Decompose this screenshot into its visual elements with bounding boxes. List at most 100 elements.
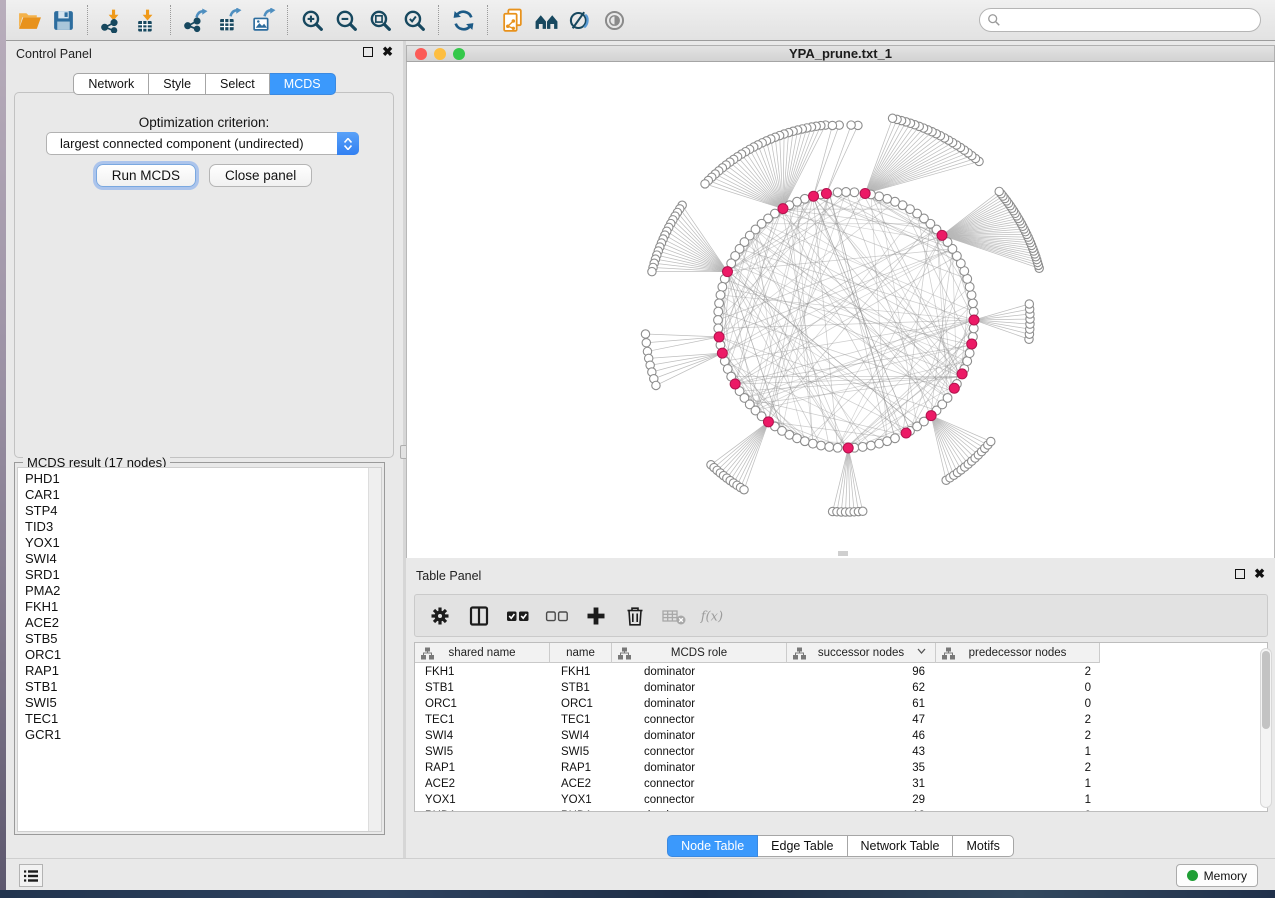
table-cell[interactable]: 18 [787,808,936,812]
close-panel-icon[interactable]: ✖ [1254,569,1265,579]
table-cell[interactable]: 61 [787,696,936,712]
mcds-list-scrollbar[interactable] [368,468,381,831]
export-table-icon[interactable] [212,4,246,36]
show-panels-list-icon[interactable] [19,864,43,887]
mcds-result-list[interactable]: PHD1CAR1STP4TID3YOX1SWI4SRD1PMA2FKH1ACE2… [17,467,382,832]
mcds-result-item[interactable]: SRD1 [18,567,381,583]
tab-select[interactable]: Select [206,73,270,95]
network-hscroll-thumb[interactable] [838,551,848,556]
table-cell[interactable]: PHD1 [415,808,550,812]
table-cell[interactable]: connector [612,712,787,728]
table-scrollbar-thumb[interactable] [1262,651,1270,729]
table-cell[interactable]: 62 [787,680,936,696]
criterion-dropdown[interactable]: largest connected component (undirected) [46,132,359,155]
zoom-in-icon[interactable] [295,4,329,36]
search-network-icon[interactable] [529,4,563,36]
table-cell[interactable]: dominator [612,696,787,712]
table-cell[interactable]: 46 [787,728,936,744]
network-titlebar[interactable]: YPA_prune.txt_1 [406,45,1275,62]
table-cell[interactable]: RAP1 [550,760,612,776]
table-cell[interactable]: SWI5 [415,744,550,760]
mcds-result-item[interactable]: TEC1 [18,711,381,727]
add-column-icon[interactable] [583,603,609,629]
mcds-result-item[interactable]: FKH1 [18,599,381,615]
mcds-result-item[interactable]: STB1 [18,679,381,695]
column-header-shared-name[interactable]: shared name [415,643,550,663]
column-header-predecessor-nodes[interactable]: predecessor nodes [936,643,1100,663]
table-cell[interactable]: 1 [936,744,1100,760]
mcds-result-item[interactable]: ORC1 [18,647,381,663]
hide-graphics-details-icon[interactable] [563,4,597,36]
mcds-result-item[interactable]: TID3 [18,519,381,535]
table-cell[interactable]: YOX1 [415,792,550,808]
table-cell[interactable]: 29 [787,792,936,808]
table-cell[interactable]: 1 [936,792,1100,808]
mcds-result-item[interactable]: CAR1 [18,487,381,503]
table-cell[interactable]: SWI4 [415,728,550,744]
table-cell[interactable]: connector [612,776,787,792]
close-panel-icon[interactable]: ✖ [382,47,393,57]
column-header-successor-nodes[interactable]: successor nodes [787,643,936,663]
zoom-out-icon[interactable] [329,4,363,36]
table-cell[interactable]: connector [612,744,787,760]
table-cell[interactable]: dominator [612,760,787,776]
mcds-result-item[interactable]: YOX1 [18,535,381,551]
table-cell[interactable]: 35 [787,760,936,776]
mcds-result-item[interactable]: SWI4 [18,551,381,567]
show-graphics-details-icon[interactable] [597,4,631,36]
tab-style[interactable]: Style [149,73,206,95]
network-canvas[interactable] [406,62,1275,558]
table-cell[interactable]: 0 [936,696,1100,712]
column-settings-icon[interactable] [427,603,453,629]
search-input[interactable] [979,8,1261,32]
zoom-selected-icon[interactable] [397,4,431,36]
table-cell[interactable]: ACE2 [415,776,550,792]
table-cell[interactable]: RAP1 [415,760,550,776]
column-header-name[interactable]: name [550,643,612,663]
mcds-result-item[interactable]: RAP1 [18,663,381,679]
column-header-MCDS-role[interactable]: MCDS role [612,643,787,663]
deselect-all-checkboxes-icon[interactable] [544,603,570,629]
table-row[interactable]: RAP1RAP1dominator352 [415,760,1100,776]
table-cell[interactable]: 2 [936,712,1100,728]
save-session-icon[interactable] [46,4,80,36]
table-row[interactable]: STB1STB1dominator620 [415,680,1100,696]
select-all-checkboxes-icon[interactable] [505,603,531,629]
tab-motifs[interactable]: Motifs [953,835,1013,857]
mcds-result-item[interactable]: PHD1 [18,471,381,487]
table-cell[interactable]: 2 [936,664,1100,680]
tab-node-table[interactable]: Node Table [667,835,758,857]
table-cell[interactable]: dominator [612,808,787,812]
table-row[interactable]: PHD1PHD1dominator180 [415,808,1100,812]
mcds-result-item[interactable]: SWI5 [18,695,381,711]
table-cell[interactable]: STB1 [550,680,612,696]
table-cell[interactable]: STB1 [415,680,550,696]
table-scrollbar[interactable] [1260,648,1272,808]
table-cell[interactable]: 43 [787,744,936,760]
table-row[interactable]: ORC1ORC1dominator610 [415,696,1100,712]
table-cell[interactable]: FKH1 [415,664,550,680]
memory-button[interactable]: Memory [1176,864,1258,887]
table-cell[interactable]: dominator [612,664,787,680]
tab-network-table[interactable]: Network Table [848,835,954,857]
import-network-icon[interactable] [95,4,129,36]
mcds-result-item[interactable]: STB5 [18,631,381,647]
table-cell[interactable]: PHD1 [550,808,612,812]
table-cell[interactable]: 1 [936,776,1100,792]
show-column-panel-icon[interactable] [466,603,492,629]
table-cell[interactable]: 31 [787,776,936,792]
open-file-icon[interactable] [12,4,46,36]
table-cell[interactable]: ORC1 [550,696,612,712]
table-row[interactable]: SWI5SWI5connector431 [415,744,1100,760]
table-row[interactable]: FKH1FKH1dominator962 [415,664,1100,680]
table-cell[interactable]: 96 [787,664,936,680]
table-row[interactable]: SWI4SWI4dominator462 [415,728,1100,744]
mcds-result-item[interactable]: GCR1 [18,727,381,743]
import-table-icon[interactable] [129,4,163,36]
mcds-result-item[interactable]: ACE2 [18,615,381,631]
table-cell[interactable]: 2 [936,728,1100,744]
export-image-icon[interactable] [246,4,280,36]
table-cell[interactable]: YOX1 [550,792,612,808]
table-row[interactable]: TEC1TEC1connector472 [415,712,1100,728]
table-cell[interactable]: 0 [936,680,1100,696]
